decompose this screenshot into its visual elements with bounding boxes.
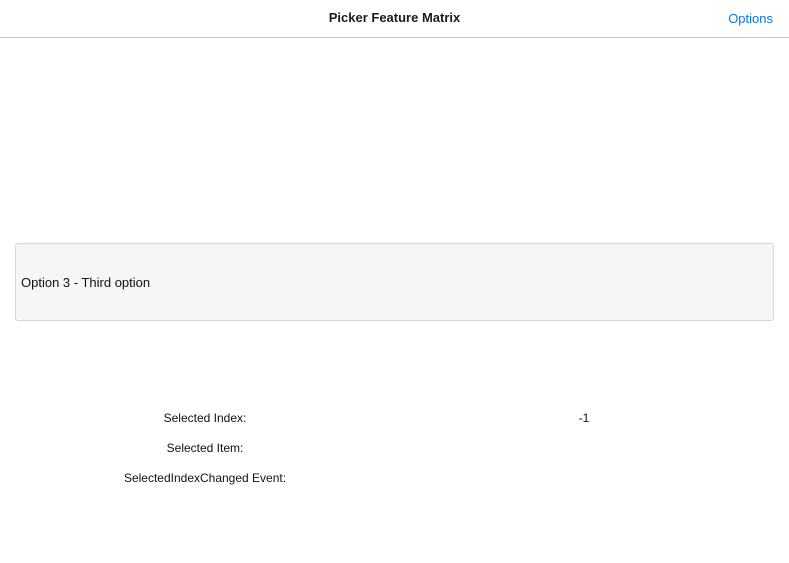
selected-index-value: -1 <box>578 411 590 425</box>
selected-item-label: Selected Item: <box>166 441 244 455</box>
options-button[interactable]: Options <box>728 11 773 26</box>
page-title: Picker Feature Matrix <box>328 10 461 25</box>
picker-control[interactable]: Option 3 - Third option <box>15 243 774 321</box>
navigation-bar: Picker Feature Matrix Options <box>0 0 789 38</box>
app-window: Picker Feature Matrix Options Option 3 -… <box>0 0 789 563</box>
selected-index-changed-event-label: SelectedIndexChanged Event: <box>123 471 287 485</box>
selected-index-label: Selected Index: <box>163 411 247 425</box>
picker-selected-text: Option 3 - Third option <box>21 275 151 290</box>
